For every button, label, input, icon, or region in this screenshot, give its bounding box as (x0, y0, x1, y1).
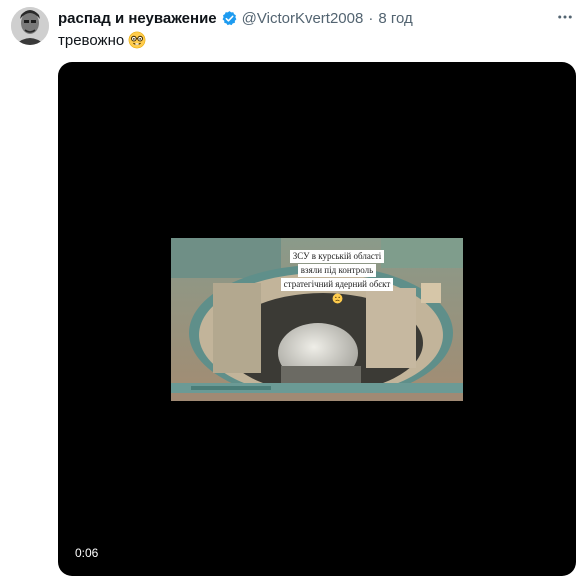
author-handle[interactable]: @VictorKvert2008 (242, 10, 364, 27)
worried-face-emoji-icon (332, 293, 343, 304)
tweet-text-content: тревожно (58, 31, 125, 49)
video-caption: ЗСУ в курській області взяли під контрол… (271, 250, 403, 308)
tweet-header: распад и неуважение @VictorKvert2008 · 8… (58, 8, 413, 28)
tweet-text: тревожно (58, 31, 146, 49)
verified-badge-icon (221, 10, 238, 27)
tweet-timestamp[interactable]: 8 год (378, 10, 412, 27)
video-frame: ЗСУ в курській області взяли під контрол… (171, 238, 463, 401)
author-avatar[interactable] (11, 7, 49, 45)
video-player[interactable]: ЗСУ в курській області взяли під контрол… (58, 62, 576, 576)
caption-line: ЗСУ в курській області (289, 250, 385, 263)
caption-line: стратегічний ядерний обєкт (280, 278, 394, 291)
separator-dot: · (368, 9, 374, 27)
caption-line: взяли під контроль (297, 264, 377, 277)
video-timestamp: 0:06 (75, 546, 99, 560)
author-display-name[interactable]: распад и неуважение (58, 10, 217, 27)
more-options-icon[interactable] (554, 7, 576, 27)
nerd-face-emoji-icon (128, 31, 146, 49)
